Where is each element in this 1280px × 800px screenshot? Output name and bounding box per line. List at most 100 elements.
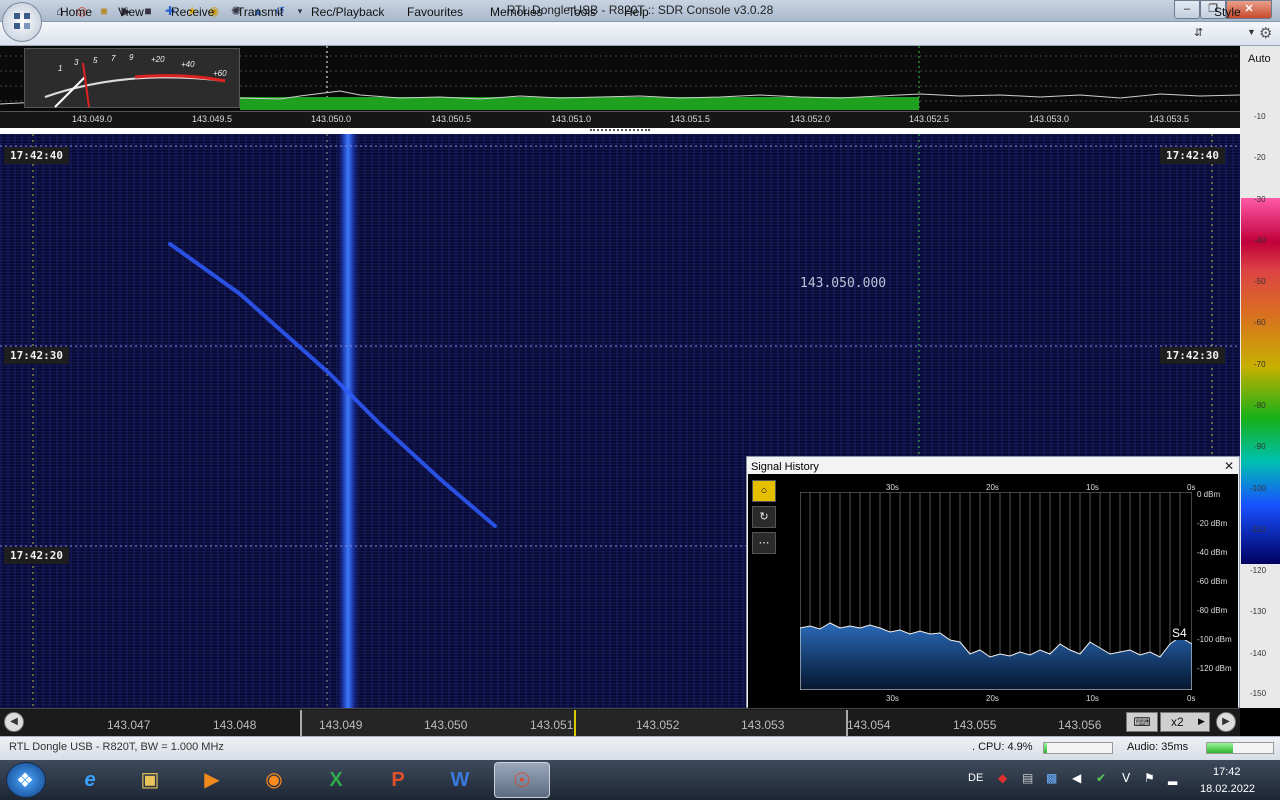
audio-status: Audio: 35ms — [1127, 741, 1189, 753]
s-meter-label: 1 — [58, 64, 63, 73]
level-label: -30 — [1254, 195, 1266, 204]
antivirus-tray-icon[interactable]: ◆ — [998, 771, 1007, 785]
word-icon[interactable]: W — [432, 762, 488, 798]
network-tray-icon[interactable]: ▤ — [1022, 771, 1033, 785]
audio-meter-fill — [1207, 743, 1234, 753]
history-time-label: 20s — [986, 694, 999, 703]
settings-gear-icon[interactable]: ⚙ — [1259, 24, 1272, 42]
s-meter-label: 5 — [93, 56, 98, 65]
freq-bar-label: 143.054 — [847, 718, 891, 732]
cpu-status: . CPU: 4.9% — [972, 741, 1033, 753]
history-time-label: 10s — [1086, 483, 1099, 492]
waterfall-timestamp: 17:42:40 — [4, 147, 69, 164]
clock-time[interactable]: 17:42 — [1213, 766, 1241, 778]
level-label: -70 — [1254, 360, 1266, 369]
menu-home[interactable]: Home — [60, 5, 92, 19]
history-time-label: 30s — [886, 694, 899, 703]
file-explorer-icon[interactable]: ▣ — [122, 762, 178, 798]
powerpoint-icon[interactable]: P — [370, 762, 426, 798]
spectrum-freq-label: 143.051.0 — [551, 114, 592, 124]
more-options-button[interactable]: ⋯ — [752, 532, 776, 554]
splitter-grip[interactable] — [590, 129, 650, 132]
menu-receive[interactable]: Receive — [171, 5, 214, 19]
history-db-label: -100 dBm — [1197, 635, 1232, 644]
freq-bar-label: 143.051 — [530, 718, 574, 732]
style-dropdown-icon[interactable]: ▼ — [1247, 27, 1256, 37]
scroll-left-button[interactable]: ◀ — [4, 712, 24, 732]
menu-view[interactable]: View — [118, 5, 144, 19]
menu-favourites[interactable]: Favourites — [407, 5, 463, 19]
audio-meter — [1206, 742, 1274, 754]
menu-transmit[interactable]: Transmit — [237, 5, 283, 19]
waterfall-timestamp: 17:42:20 — [4, 547, 69, 564]
excel-icon[interactable]: X — [308, 762, 364, 798]
device-status: RTL Dongle USB - R820T, BW = 1.000 MHz — [9, 741, 224, 753]
menu-rec-playback[interactable]: Rec/Playback — [311, 5, 384, 19]
display-tray-icon[interactable]: ▩ — [1046, 771, 1057, 785]
freq-bar-label: 143.047 — [107, 718, 151, 732]
clock-date[interactable]: 18.02.2022 — [1200, 783, 1255, 795]
s-meter-label: 3 — [74, 58, 79, 67]
minimize-button[interactable]: – — [1174, 0, 1200, 19]
menu-memories[interactable]: Memories — [490, 5, 543, 19]
history-db-label: -60 dBm — [1197, 577, 1228, 586]
signal-history-title: Signal History — [751, 461, 819, 473]
menu-tools[interactable]: Tools — [568, 5, 596, 19]
reset-button[interactable]: ↻ — [752, 506, 776, 528]
s-meter-label: +40 — [181, 60, 195, 69]
s-meter-label: +60 — [213, 69, 227, 78]
folder-icon[interactable]: ■ — [96, 3, 112, 19]
menu-help[interactable]: Help — [624, 5, 649, 19]
quick-access-dropdown-icon[interactable]: ▾ — [292, 3, 308, 19]
level-label: -120 — [1250, 566, 1267, 575]
history-time-label: 0s — [1187, 694, 1196, 703]
cpu-meter — [1043, 742, 1113, 754]
cpu-meter-fill — [1044, 743, 1048, 753]
level-label: -80 — [1254, 401, 1266, 410]
spectrum-freq-label: 143.050.0 — [311, 114, 352, 124]
internet-explorer-icon[interactable]: e — [62, 762, 118, 798]
security-tray-icon[interactable]: ✔ — [1096, 771, 1106, 785]
language-indicator[interactable]: DE — [968, 772, 983, 784]
s-meter-label: +20 — [151, 55, 165, 64]
level-label: -90 — [1254, 442, 1266, 451]
windows-logo-icon: ❖ — [16, 770, 34, 792]
scroll-right-button[interactable]: ▶ — [1216, 712, 1236, 732]
action-center-tray-icon[interactable]: ⚑ — [1144, 771, 1155, 785]
color-scale-bar — [1241, 198, 1280, 564]
media-player-icon[interactable]: ▶ — [184, 762, 240, 798]
history-db-label: -80 dBm — [1197, 606, 1228, 615]
level-label: -100 — [1250, 484, 1267, 493]
history-db-label: -20 dBm — [1197, 519, 1228, 528]
freq-bar-label: 143.049 — [319, 718, 363, 732]
level-label: -60 — [1254, 318, 1266, 327]
keyboard-icon[interactable]: ⌨ — [1126, 712, 1158, 732]
history-db-label: -40 dBm — [1197, 548, 1228, 557]
freq-bar-label: 143.048 — [213, 718, 257, 732]
s-meter-label: 7 — [111, 54, 116, 63]
bluetooth-tray-icon[interactable]: ᐯ — [1122, 771, 1130, 785]
auto-button[interactable]: Auto — [1248, 53, 1271, 65]
volume-tray-icon[interactable]: ◀ — [1072, 771, 1081, 785]
spectrum-freq-label: 143.052.0 — [790, 114, 831, 124]
level-label: -150 — [1250, 689, 1267, 698]
history-time-label: 10s — [1086, 694, 1099, 703]
spectrum-freq-label: 143.052.5 — [909, 114, 950, 124]
signal-strength-tray-icon[interactable]: ▂ — [1168, 771, 1177, 785]
app-logo-icon — [14, 13, 30, 29]
firefox-icon[interactable]: ◉ — [246, 762, 302, 798]
sort-icon[interactable]: ⇵ — [1194, 26, 1203, 39]
waterfall-timestamp: 17:42:30 — [4, 347, 69, 364]
s-meter-label: 9 — [129, 53, 134, 62]
freq-bar-label: 143.053 — [741, 718, 785, 732]
history-time-label: 0s — [1187, 483, 1196, 492]
sdr-console-taskbar-icon[interactable]: ☉ — [494, 762, 550, 798]
signal-history-close-icon[interactable]: ✕ — [1224, 459, 1234, 473]
record-button[interactable]: ○ — [752, 480, 776, 502]
frequency-readout: 143.050.000 — [800, 276, 887, 291]
history-db-label: 0 dBm — [1197, 490, 1221, 499]
history-db-label: -120 dBm — [1197, 664, 1232, 673]
zoom-label: x2 — [1171, 715, 1184, 729]
app-menu-button[interactable] — [2, 2, 42, 42]
style-menu[interactable]: Style — [1214, 5, 1241, 19]
